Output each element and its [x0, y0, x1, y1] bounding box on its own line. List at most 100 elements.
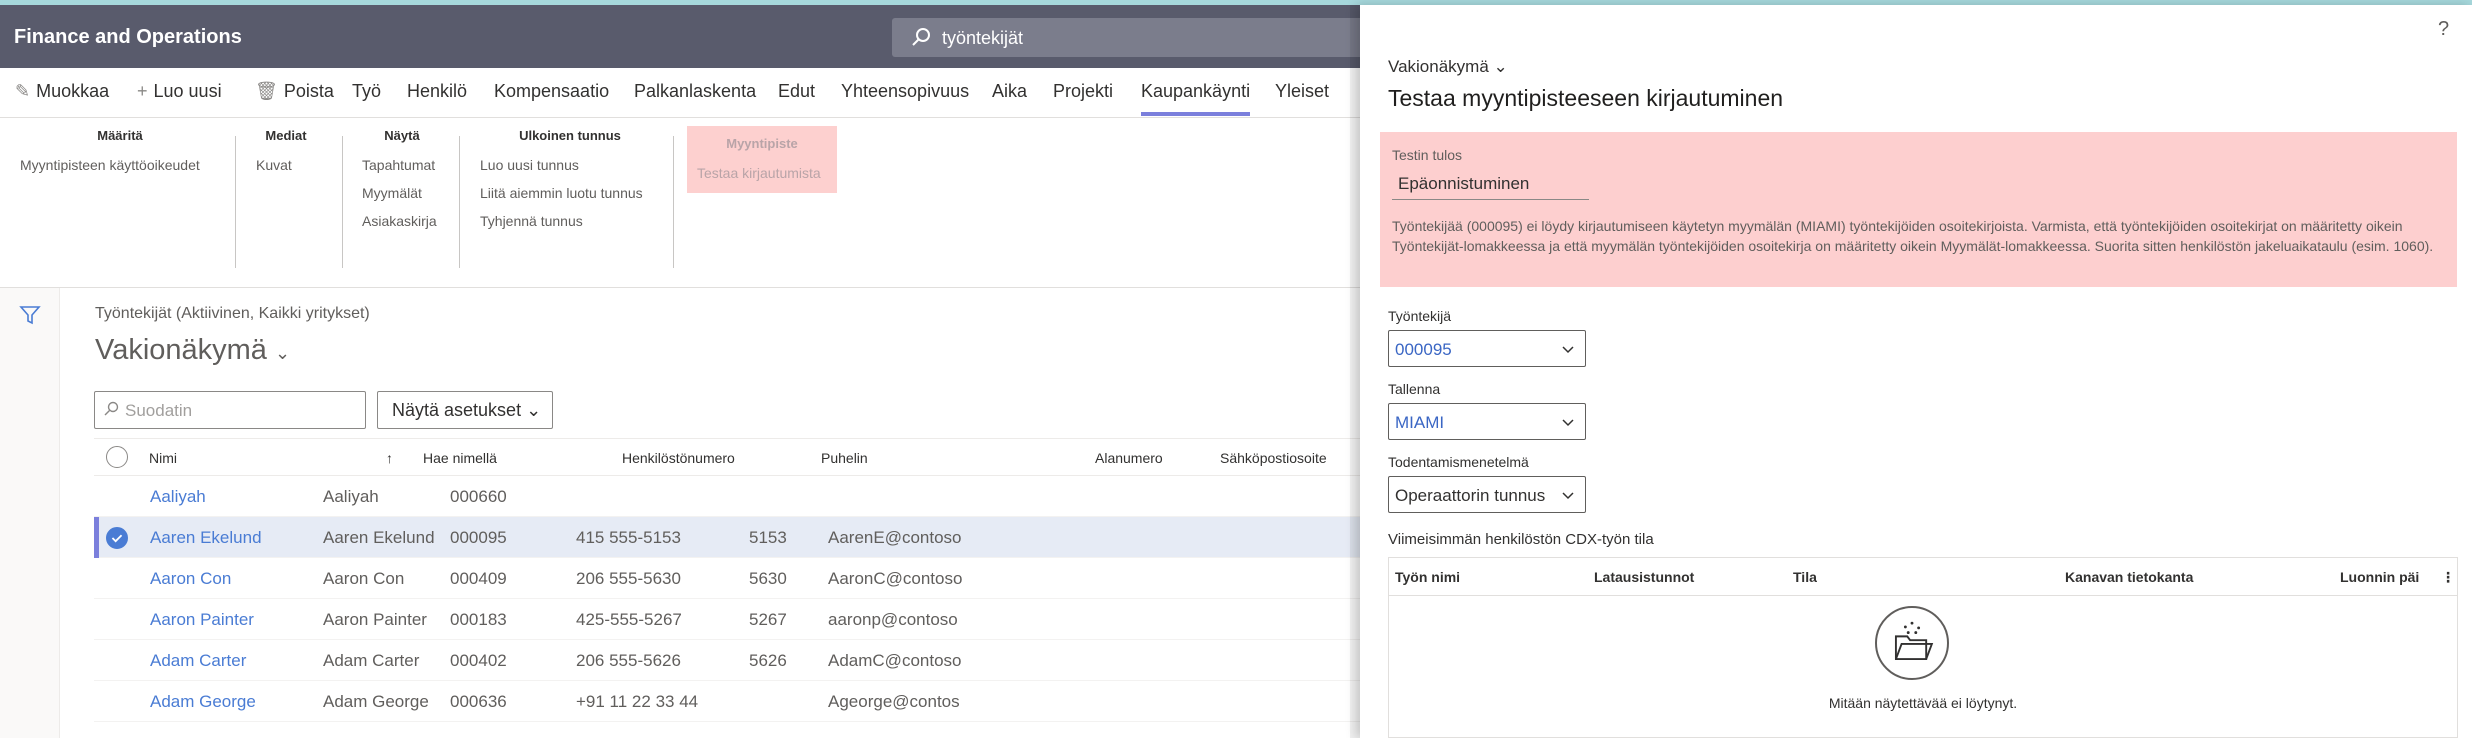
delete-button[interactable]: 🗑 Poista: [255, 81, 334, 102]
cell-name[interactable]: Adam Carter: [150, 651, 246, 671]
table-row[interactable]: Adam George Adam George 000636 +91 11 22 33…: [94, 681, 1360, 722]
global-search-box[interactable]: työntekijät: [892, 18, 1372, 57]
show-options-button[interactable]: Näytä asetukset ⌄: [377, 391, 553, 429]
auth-method-label: Todentamismenetelmä: [1388, 454, 1529, 470]
cell-name[interactable]: Aaron Con: [150, 569, 231, 589]
filter-placeholder: Suodatin: [125, 401, 193, 420]
select-all-checkbox[interactable]: [106, 446, 128, 468]
worker-dropdown[interactable]: 000095: [1388, 330, 1586, 367]
col-header-channel-db[interactable]: Kanavan tietokanta: [2065, 569, 2193, 585]
more-options-icon[interactable]: ⋮: [2441, 569, 2455, 586]
chevron-down-icon: ⌄: [526, 400, 542, 420]
group-mediat: Mediat Kuvat: [256, 128, 316, 185]
cell-personnel-number: 000409: [450, 569, 507, 588]
col-header-download-sessions[interactable]: Latausistunnot: [1594, 569, 1694, 585]
cdx-jobs-grid: Työn nimi Latausistunnot Tila Kanavan ti…: [1388, 557, 2458, 738]
cell-name[interactable]: Adam George: [150, 692, 256, 712]
cell-email: Ageorge@contos: [828, 692, 960, 711]
result-message: Työntekijää (000095) ei löydy kirjautumi…: [1392, 218, 2434, 254]
tab-kaupankaynti[interactable]: Kaupankäynti: [1141, 81, 1251, 116]
col-header-status[interactable]: Tila: [1793, 569, 1817, 585]
action-bar: ✎ Muokkaa + Luo uusi 🗑 Poista Työ Henkilö K…: [0, 68, 1360, 118]
divider: [235, 136, 236, 268]
tab-yhteensopivuus[interactable]: Yhteensopivuus: [841, 81, 969, 102]
divider: [673, 136, 674, 268]
table-row[interactable]: Aaliyah Aaliyah 000660: [94, 476, 1360, 517]
list-page: Työntekijät (Aktiivinen, Kaikki yritykse…: [60, 288, 1360, 738]
cell-name[interactable]: Aaliyah: [150, 487, 206, 507]
cell-name[interactable]: Aaren Ekelund: [150, 528, 262, 548]
store-dropdown[interactable]: MIAMI: [1388, 403, 1586, 440]
divider: [342, 136, 343, 268]
tab-projekti[interactable]: Projekti: [1053, 81, 1113, 102]
panel-title: Testaa myyntipisteeseen kirjautuminen: [1388, 85, 1784, 111]
table-row[interactable]: Adam Carter Adam Carter 000402 206 555-5626…: [94, 640, 1360, 681]
chevron-down-icon: ⌄: [275, 343, 291, 363]
store-value: MIAMI: [1395, 413, 1445, 432]
pencil-icon: ✎: [15, 81, 31, 101]
group-nayta: Näytä Tapahtumat Myymälät Asiakaskirja: [362, 128, 442, 241]
col-header-created-date[interactable]: Luonnin päi: [2340, 569, 2419, 585]
ribbon-item-clear-id[interactable]: Tyhjennä tunnus: [480, 213, 660, 229]
tab-edut[interactable]: Edut: [778, 81, 815, 102]
worker-value: 000095: [1395, 340, 1452, 359]
col-header-personnel-number[interactable]: Henkilöstönumero: [622, 450, 735, 466]
ribbon-item-stores[interactable]: Myymälät: [362, 185, 442, 201]
chevron-down-icon: [1562, 346, 1574, 354]
cell-name[interactable]: Aaron Painter: [150, 610, 254, 630]
col-header-name[interactable]: Nimi: [149, 450, 177, 466]
row-checkbox[interactable]: [106, 527, 128, 549]
table-row[interactable]: Aaron Painter Aaron Painter 000183 425-555-…: [94, 599, 1360, 640]
panel-view-name: Vakionäkymä: [1388, 57, 1489, 76]
help-icon[interactable]: ?: [2438, 18, 2449, 41]
edit-button[interactable]: ✎ Muokkaa: [15, 81, 109, 102]
cell-phone: 425-555-5267: [576, 610, 682, 629]
ribbon-item-customer-book[interactable]: Asiakaskirja: [362, 213, 442, 229]
empty-folder-icon: [1875, 606, 1949, 680]
tab-tyo[interactable]: Työ: [352, 81, 381, 102]
panel-view-selector[interactable]: Vakionäkymä ⌄: [1388, 57, 1508, 77]
ribbon-item-pos-permissions[interactable]: Myyntipisteen käyttöoikeudet: [20, 157, 220, 173]
view-selector[interactable]: Vakionäkymä ⌄: [95, 334, 290, 367]
filter-input[interactable]: Suodatin: [94, 391, 366, 429]
cell-phone: +91 11 22 33 44: [576, 692, 699, 711]
new-button[interactable]: + Luo uusi: [137, 81, 222, 102]
auth-method-field: Todentamismenetelmä Operaattorin tunnus: [1388, 454, 1586, 513]
cell-personnel-number: 000183: [450, 610, 507, 629]
ribbon-item-transactions[interactable]: Tapahtumat: [362, 157, 442, 173]
ribbon-item-test-login[interactable]: Testaa kirjautumista: [697, 165, 827, 181]
table-row[interactable]: Aaron Con Aaron Con 000409 206 555-5630 5630…: [94, 558, 1360, 599]
search-value: työntekijät: [942, 28, 1024, 48]
cell-personnel-number: 000636: [450, 692, 507, 711]
cell-search-name: Adam Carter: [323, 651, 420, 670]
col-header-job-name[interactable]: Työn nimi: [1395, 569, 1460, 585]
auth-method-value: Operaattorin tunnus: [1395, 486, 1546, 505]
filter-icon[interactable]: [19, 304, 41, 326]
group-myyntipiste: Myyntipiste Testaa kirjautumista: [687, 126, 837, 193]
table-row[interactable]: Aaren Ekelund Aaren Ekelund 000095 415 555-…: [94, 517, 1360, 558]
cell-search-name: Aaron Painter: [323, 610, 427, 629]
cell-search-name: Aaron Con: [323, 569, 405, 588]
app-title[interactable]: Finance and Operations: [14, 26, 242, 49]
col-header-email[interactable]: Sähköpostiosoite: [1220, 450, 1327, 466]
ribbon-item-create-id[interactable]: Luo uusi tunnus: [480, 157, 660, 173]
tab-aika[interactable]: Aika: [992, 81, 1027, 102]
col-header-phone[interactable]: Puhelin: [821, 450, 868, 466]
cell-personnel-number: 000402: [450, 651, 507, 670]
col-header-extension[interactable]: Alanumero: [1095, 450, 1163, 466]
group-ulkoinen-tunnus: Ulkoinen tunnus Luo uusi tunnus Liitä ai…: [480, 128, 660, 241]
tab-kompensaatio[interactable]: Kompensaatio: [494, 81, 609, 102]
sort-ascending-icon[interactable]: ↑: [386, 450, 393, 466]
auth-method-dropdown[interactable]: Operaattorin tunnus: [1388, 476, 1586, 513]
col-header-search-name[interactable]: Hae nimellä: [423, 450, 497, 466]
tab-henkilo[interactable]: Henkilö: [407, 81, 467, 102]
worker-label: Työntekijä: [1388, 308, 1452, 324]
cell-phone: 415 555-5153: [576, 528, 681, 547]
ribbon-item-images[interactable]: Kuvat: [256, 157, 316, 173]
cell-extension: 5630: [749, 569, 787, 588]
tab-yleiset[interactable]: Yleiset: [1275, 81, 1329, 102]
cell-phone: 206 555-5630: [576, 569, 681, 588]
ribbon-item-link-id[interactable]: Liitä aiemmin luotu tunnus: [480, 185, 660, 201]
group-header: Ulkoinen tunnus: [519, 128, 621, 143]
tab-palkanlaskenta[interactable]: Palkanlaskenta: [634, 81, 756, 102]
